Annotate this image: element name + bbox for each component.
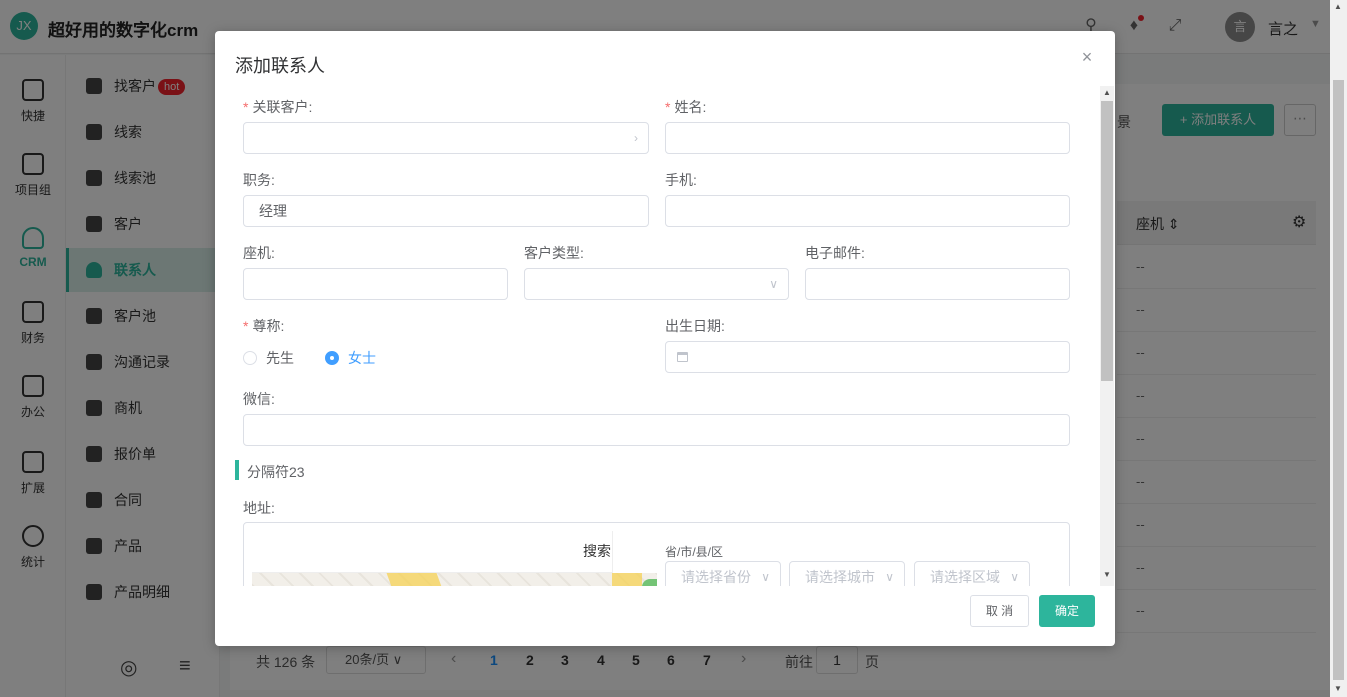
mobile-field[interactable] xyxy=(665,195,1070,227)
scrollbar-thumb[interactable] xyxy=(1333,80,1344,680)
confirm-button[interactable]: 确定 xyxy=(1039,595,1095,627)
scroll-down-icon[interactable]: ▼ xyxy=(1103,570,1111,579)
wechat-field[interactable] xyxy=(243,414,1070,446)
address-label: 地址: xyxy=(243,500,275,516)
birthday-field[interactable] xyxy=(665,341,1070,373)
email-field[interactable] xyxy=(805,268,1070,300)
section-divider-bar xyxy=(235,460,239,480)
landline-label: 座机: xyxy=(243,245,275,261)
radio-circle xyxy=(325,351,339,365)
landline-field[interactable] xyxy=(243,268,508,300)
district-select[interactable]: 请选择区域 ∨ xyxy=(914,561,1030,586)
scroll-down-icon[interactable]: ▼ xyxy=(1334,684,1342,693)
chevron-down-icon: ∨ xyxy=(761,570,770,584)
name-field[interactable] xyxy=(665,122,1070,154)
province-select[interactable]: 请选择省份 ∨ xyxy=(665,561,781,586)
position-label: 职务: xyxy=(243,172,275,188)
radio-circle xyxy=(243,351,257,365)
address-widget: 搜索 省/市/县/区 请选择省份 ∨ 请选择城市 ∨ 请选择区域 ∨ xyxy=(243,522,1070,586)
map-view[interactable] xyxy=(252,573,657,586)
salutation-label: * 尊称: xyxy=(243,318,285,334)
mobile-label: 手机: xyxy=(665,172,697,188)
position-field[interactable]: 经理 xyxy=(243,195,649,227)
section-divider-title: 分隔符23 xyxy=(247,464,305,480)
customer-type-select[interactable]: ∨ xyxy=(524,268,789,300)
scroll-up-icon[interactable]: ▲ xyxy=(1103,88,1111,97)
chevron-down-icon: ∨ xyxy=(1010,570,1019,584)
add-contact-dialog: 添加联系人 × * 关联客户: › * 姓名: 职务: 经理 手机: 座机: 客户类… xyxy=(215,31,1115,646)
customer-field[interactable]: › xyxy=(243,122,649,154)
customer-label: * 关联客户: xyxy=(243,99,313,115)
region-label: 省/市/县/区 xyxy=(665,545,724,559)
radio-mr[interactable]: 先生 xyxy=(243,348,294,368)
dialog-body: * 关联客户: › * 姓名: 职务: 经理 手机: 座机: 客户类型: ∨ 电子邮… xyxy=(215,86,1115,586)
map-search-button[interactable]: 搜索 xyxy=(583,541,611,561)
scrollbar-thumb[interactable] xyxy=(1101,101,1113,381)
map-search-bar[interactable]: 搜索 xyxy=(252,523,612,573)
page-scrollbar[interactable]: ▲ ▼ xyxy=(1330,0,1347,697)
cancel-button[interactable]: 取 消 xyxy=(970,595,1029,627)
wechat-label: 微信: xyxy=(243,391,275,407)
birthday-label: 出生日期: xyxy=(665,318,725,334)
city-select[interactable]: 请选择城市 ∨ xyxy=(789,561,905,586)
name-label: * 姓名: xyxy=(665,99,707,115)
email-label: 电子邮件: xyxy=(805,245,865,261)
customer-type-label: 客户类型: xyxy=(524,245,584,261)
chevron-down-icon: ∨ xyxy=(885,570,894,584)
close-icon[interactable]: × xyxy=(1079,48,1095,66)
dialog-title: 添加联系人 xyxy=(235,56,325,76)
dialog-scrollbar[interactable]: ▲ ▼ xyxy=(1100,86,1114,586)
calendar-icon xyxy=(677,352,688,362)
scroll-up-icon[interactable]: ▲ xyxy=(1334,2,1342,11)
chevron-down-icon: ∨ xyxy=(769,277,778,291)
chevron-right-icon: › xyxy=(634,131,638,145)
radio-ms[interactable]: 女士 xyxy=(325,348,376,368)
